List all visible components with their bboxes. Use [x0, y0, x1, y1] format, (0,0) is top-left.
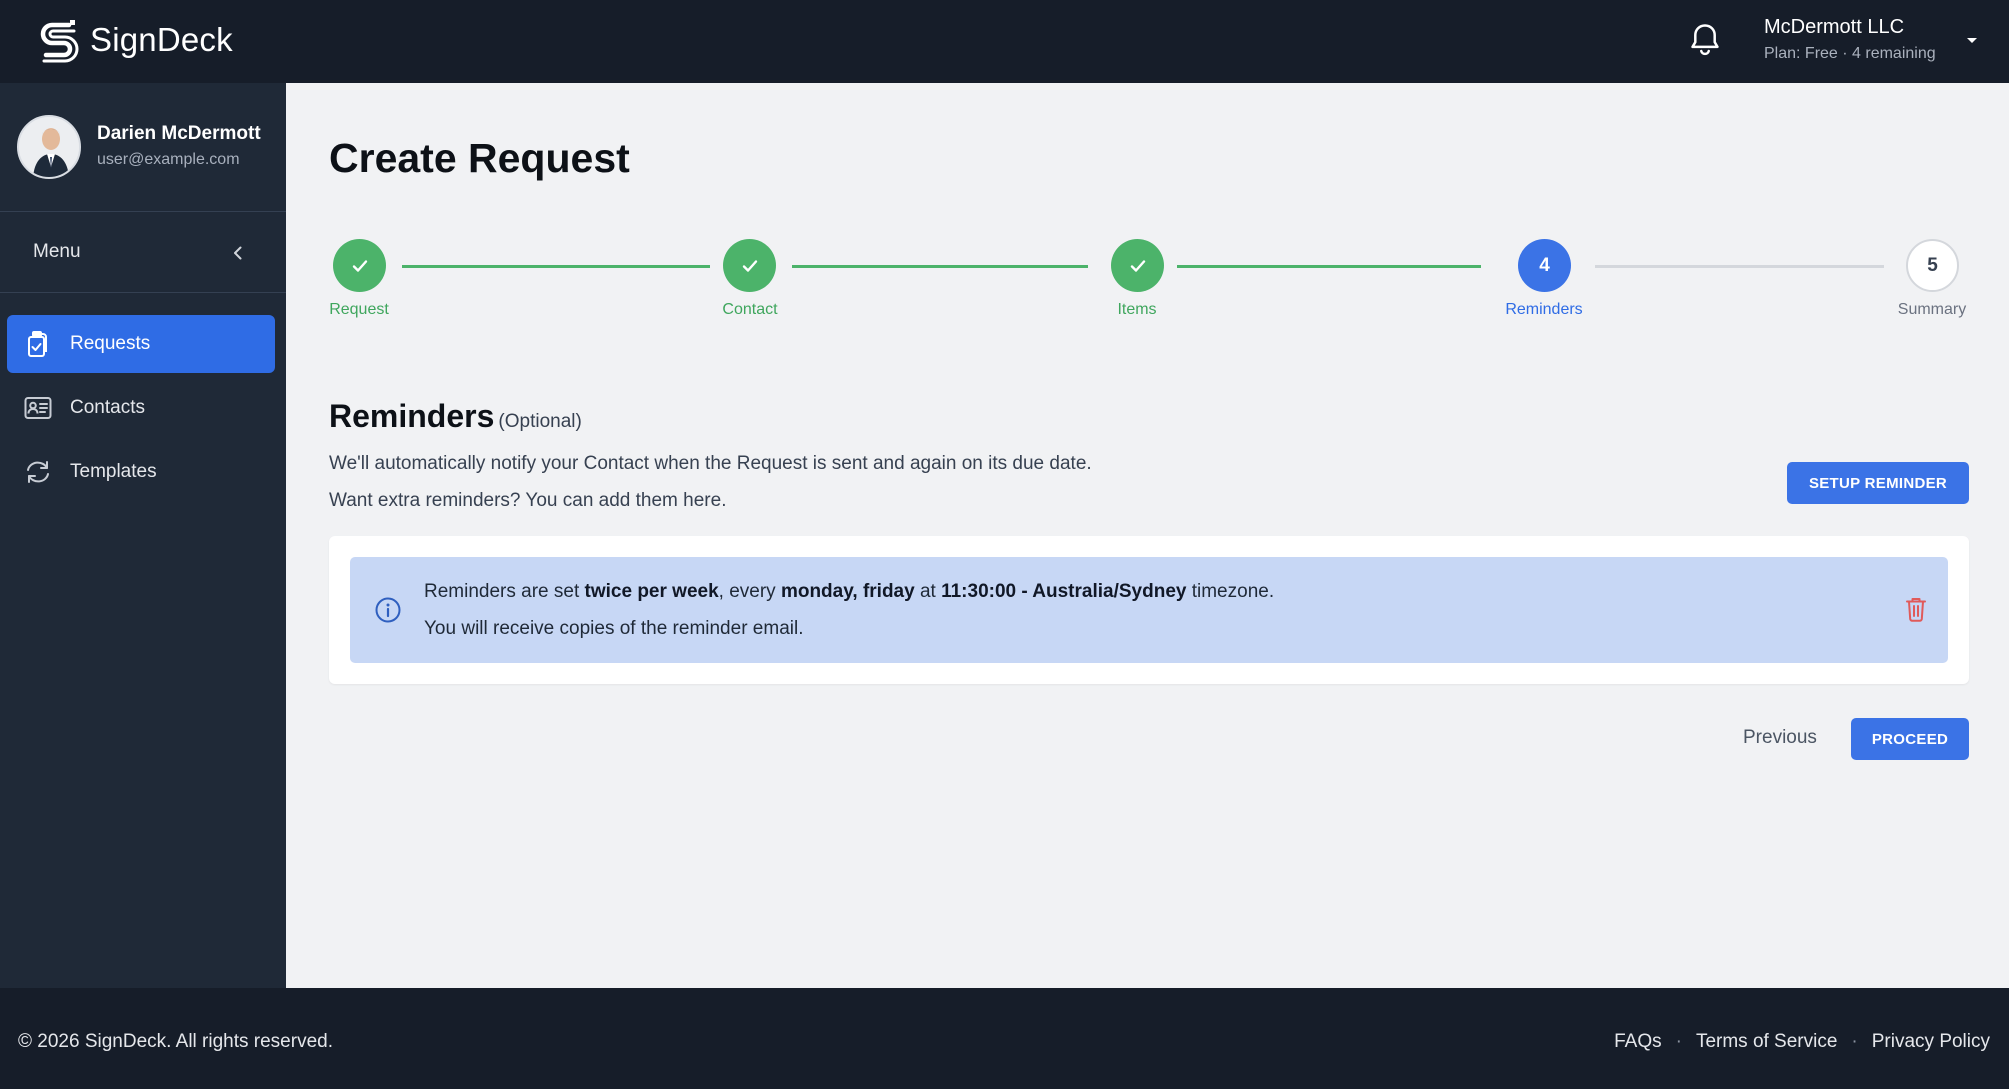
bell-icon[interactable] — [1688, 22, 1722, 58]
org-name: McDermott LLC — [1764, 16, 1905, 38]
profile-email: user@example.com — [97, 151, 240, 168]
step-summary-circle[interactable]: 5 — [1906, 239, 1959, 292]
step-items-label: Items — [1117, 301, 1157, 318]
logo[interactable]: SignDeck — [36, 17, 233, 63]
sidebar-item-contacts[interactable]: Contacts — [7, 379, 275, 437]
sidebar-item-requests[interactable]: Requests — [7, 315, 275, 373]
profile-name: Darien McDermott — [97, 123, 261, 144]
refresh-icon — [27, 461, 49, 483]
setup-reminder-button[interactable]: SETUP REMINDER — [1787, 462, 1969, 504]
main-content: Create Request Request Contact Items 4 R… — [286, 83, 2009, 988]
reminder-card: Reminders are set twice per week, every … — [329, 536, 1969, 684]
avatar[interactable] — [17, 115, 81, 179]
section-description: Want extra reminders? You can add them h… — [329, 490, 727, 511]
reminder-info-alert: Reminders are set twice per week, every … — [350, 557, 1948, 663]
step-items-circle[interactable] — [1111, 239, 1164, 292]
check-icon — [352, 259, 367, 272]
reminder-time-zone: 11:30:00 - Australia/Sydney — [941, 581, 1187, 602]
check-icon — [1130, 259, 1145, 272]
sidebar-item-label: Contacts — [70, 397, 145, 418]
step-connector — [402, 265, 710, 268]
step-request-label: Request — [329, 301, 389, 318]
reminder-copies-note: You will receive copies of the reminder … — [424, 618, 804, 639]
step-connector — [1177, 265, 1481, 268]
section-title: Reminders (Optional) — [329, 398, 582, 435]
check-icon — [742, 259, 757, 272]
copyright: © 2026 SignDeck. All rights reserved. — [18, 1031, 333, 1052]
step-connector — [792, 265, 1088, 268]
footer-separator: · — [1675, 1031, 1682, 1052]
footer: © 2026 SignDeck. All rights reserved. FA… — [0, 988, 2009, 1089]
terms-of-service-link[interactable]: Terms of Service — [1696, 1031, 1837, 1053]
profile: Darien McDermott user@example.com — [0, 83, 286, 212]
contact-card-icon — [24, 397, 52, 419]
info-icon — [375, 597, 401, 623]
reminder-mid1: , every — [718, 581, 781, 602]
footer-separator: · — [1851, 1031, 1858, 1052]
org-switcher[interactable]: McDermott LLC Plan: Free · 4 remaining — [1764, 16, 1936, 63]
page-title: Create Request — [329, 135, 630, 181]
reminder-frequency: twice per week — [584, 581, 719, 602]
reminder-summary: Reminders are set twice per week, every … — [424, 581, 1274, 603]
step-reminders-label: Reminders — [1505, 301, 1583, 318]
privacy-policy-link[interactable]: Privacy Policy — [1872, 1031, 1990, 1053]
reminder-suffix: timezone. — [1186, 581, 1275, 602]
sidebar: Darien McDermott user@example.com Menu R… — [0, 83, 286, 988]
reminder-days: monday, friday — [780, 581, 915, 602]
step-connector — [1595, 265, 1884, 268]
signdeck-logo-icon — [40, 20, 79, 63]
proceed-button[interactable]: PROCEED — [1851, 718, 1969, 760]
clipboard-icon — [28, 331, 47, 357]
sidebar-item-label: Templates — [70, 461, 157, 482]
menu-header: Menu — [0, 212, 286, 293]
avatar-person-icon — [19, 117, 79, 177]
caret-down-icon[interactable] — [1962, 30, 1982, 50]
previous-button[interactable]: Previous — [1743, 727, 1817, 749]
menu-label: Menu — [33, 241, 81, 262]
step-contact-label: Contact — [722, 301, 778, 318]
logo-text: SignDeck — [90, 21, 233, 58]
org-plan: Plan: Free · 4 remaining — [1764, 45, 1936, 62]
sidebar-item-templates[interactable]: Templates — [7, 443, 275, 501]
step-contact-circle[interactable] — [723, 239, 776, 292]
chevron-left-icon[interactable] — [228, 243, 248, 263]
sidebar-item-label: Requests — [70, 333, 151, 354]
section-description: We'll automatically notify your Contact … — [329, 453, 1092, 474]
top-bar: SignDeck McDermott LLC Plan: Free · 4 re… — [0, 0, 2009, 83]
step-reminders-circle[interactable]: 4 — [1518, 239, 1571, 292]
trash-icon[interactable] — [1902, 594, 1930, 624]
faqs-link[interactable]: FAQs — [1614, 1031, 1662, 1053]
section-optional: (Optional) — [498, 411, 582, 432]
step-summary-label: Summary — [1897, 301, 1967, 318]
footer-links: FAQs · Terms of Service · Privacy Policy — [1614, 1031, 1990, 1053]
reminder-mid2: at — [914, 581, 942, 602]
step-request-circle[interactable] — [333, 239, 386, 292]
reminder-prefix: Reminders are set — [424, 581, 585, 602]
section-title-text: Reminders — [329, 398, 495, 434]
